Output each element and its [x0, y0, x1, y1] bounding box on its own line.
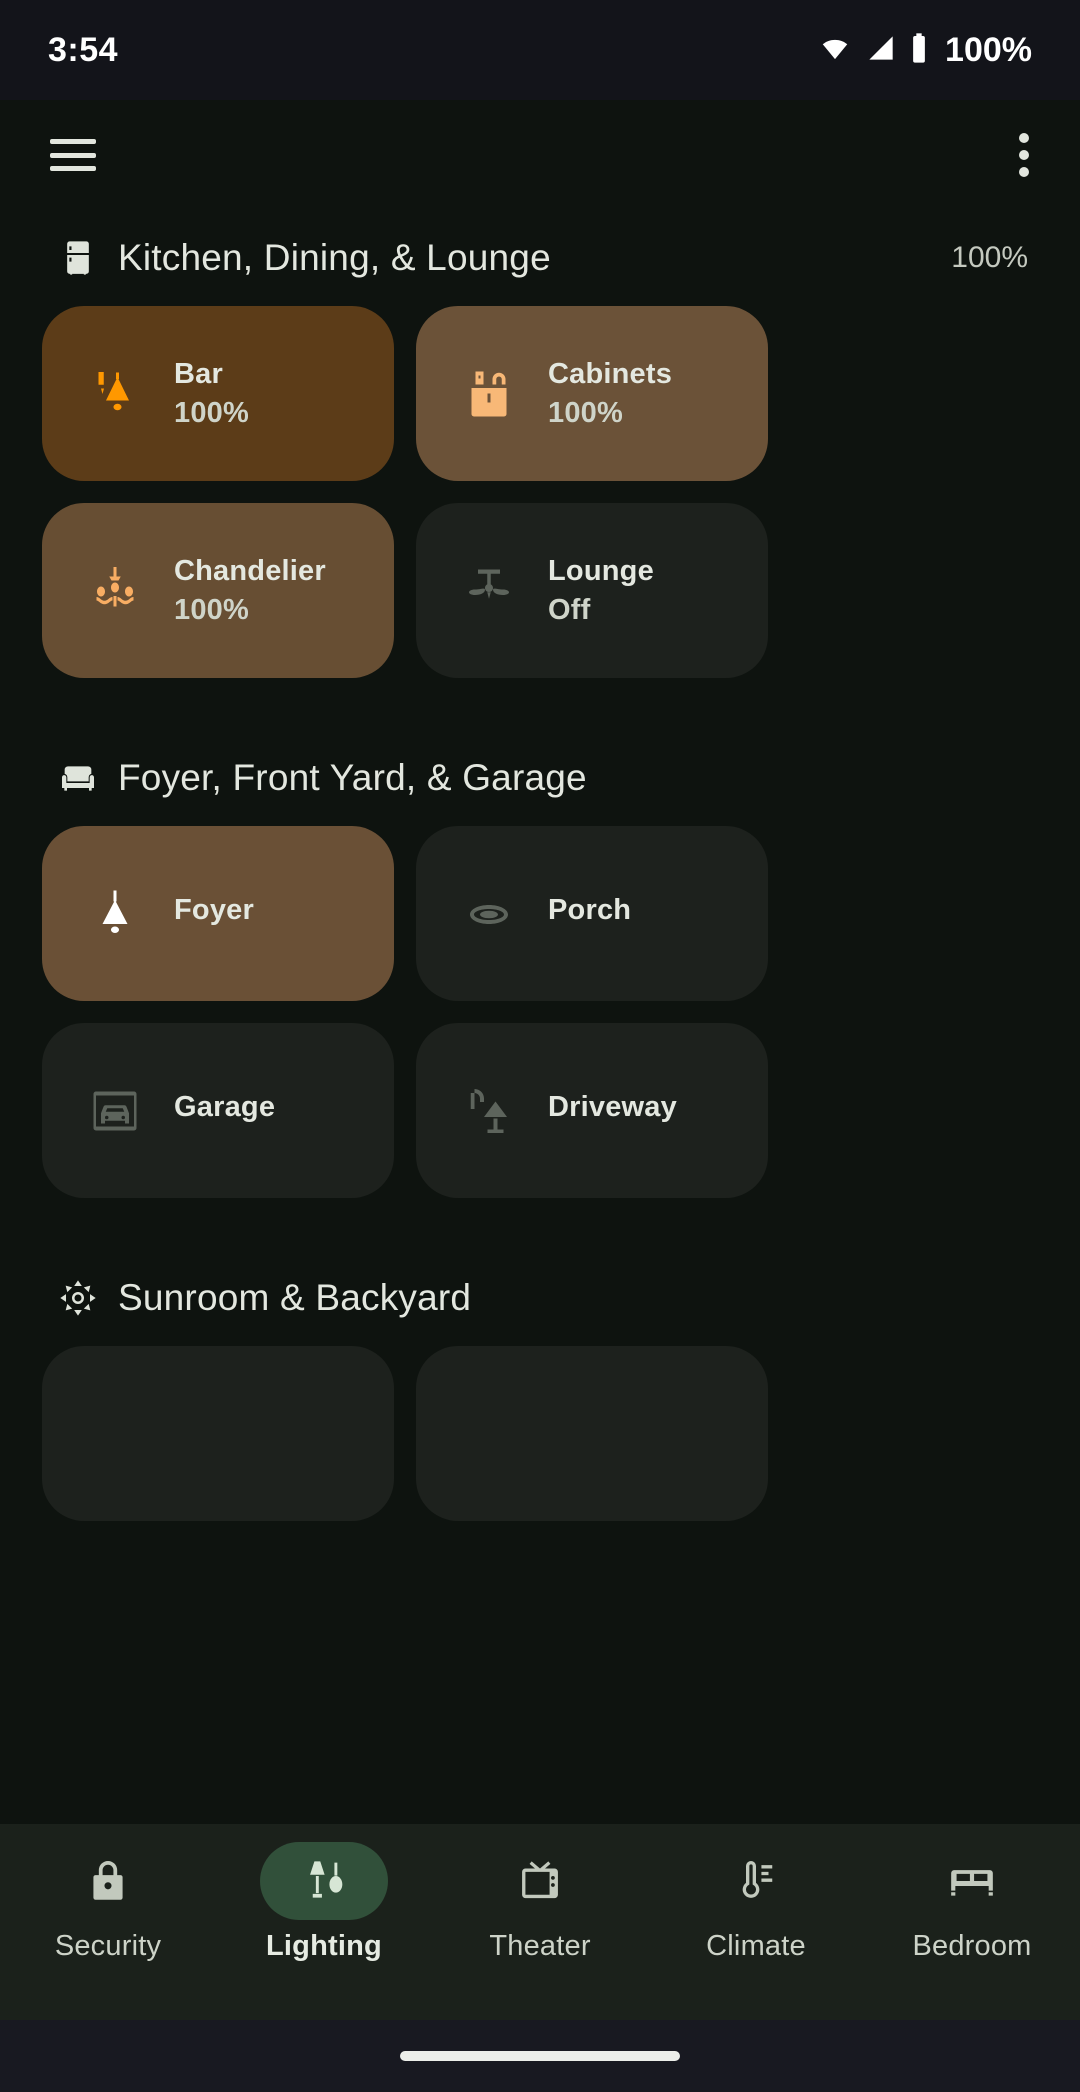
ceiling-light-icon	[456, 881, 522, 947]
tile-state: Off	[548, 593, 591, 626]
tile-state: 100%	[174, 396, 249, 429]
section-title: Foyer, Front Yard, & Garage	[118, 757, 587, 798]
home-indicator[interactable]	[400, 2051, 680, 2061]
pendant-light-icon	[82, 881, 148, 947]
nav-item-bedroom[interactable]: Bedroom	[864, 1842, 1080, 1963]
tile-name: Foyer	[174, 894, 254, 926]
nav-item-theater[interactable]: Theater	[432, 1842, 648, 1963]
overflow-menu-icon[interactable]	[1018, 133, 1030, 177]
tile-text: Cabinets 100%	[548, 358, 672, 430]
tile-name: Porch	[548, 894, 632, 926]
battery-icon	[909, 32, 929, 69]
wifi-icon	[817, 34, 853, 67]
outdoor-lamp-icon	[456, 1078, 522, 1144]
tile-text: Lounge Off	[548, 555, 654, 627]
bed-icon[interactable]	[908, 1842, 1036, 1920]
nav-item-label: Theater	[489, 1930, 591, 1962]
thermometer-icon[interactable]	[692, 1842, 820, 1920]
tile-icon	[82, 1401, 148, 1467]
tile-text: Chandelier 100%	[174, 555, 326, 627]
nav-item-lighting[interactable]: Lighting	[216, 1842, 432, 1963]
system-navigation-bar	[0, 2020, 1080, 2092]
tile-text: Bar 100%	[174, 358, 249, 430]
nav-item-label: Bedroom	[912, 1930, 1032, 1962]
tile-grid	[42, 1346, 1038, 1521]
tile-state: 100%	[174, 593, 249, 626]
nav-item-climate[interactable]: Climate	[648, 1842, 864, 1963]
light-tile[interactable]: Porch	[416, 826, 768, 1001]
lamps-icon[interactable]	[260, 1842, 388, 1920]
nav-item-label: Climate	[706, 1930, 806, 1962]
tile-icon	[456, 1401, 522, 1467]
tile-state: 100%	[548, 396, 623, 429]
cellular-signal-icon	[865, 34, 897, 67]
tile-name: Chandelier	[174, 554, 326, 587]
battery-percent-label: 100%	[945, 30, 1032, 69]
tile-name: Lounge	[548, 554, 654, 587]
ceiling-fan-icon	[456, 558, 522, 624]
nav-item-label: Security	[54, 1930, 162, 1962]
section-percent: 100%	[951, 241, 1028, 274]
tile-name: Cabinets	[548, 357, 673, 390]
wall-sconce-icon	[82, 361, 148, 427]
light-tile[interactable]: Foyer	[42, 826, 394, 1001]
room-section: Kitchen, Dining, & Lounge 100% Bar 100% Cabi…	[0, 210, 1080, 678]
light-tile[interactable]: Garage	[42, 1023, 394, 1198]
room-section: Sunroom & Backyard	[0, 1250, 1080, 1521]
tile-text: Garage	[174, 1091, 275, 1130]
tile-name: Garage	[174, 1091, 276, 1123]
tv-icon[interactable]	[476, 1842, 604, 1920]
tile-text: Driveway	[548, 1091, 677, 1130]
nav-item-security[interactable]: Security	[0, 1842, 216, 1963]
tile-grid: Foyer Porch Garage Driveway	[42, 826, 1038, 1198]
garage-door-icon	[82, 1078, 148, 1144]
tile-grid: Bar 100% Cabinets 100% Chandelier 100% Lounge O…	[42, 306, 1038, 678]
light-tile[interactable]: Chandelier 100%	[42, 503, 394, 678]
hamburger-menu-icon[interactable]	[50, 139, 96, 171]
bottom-navigation: Security Lighting Theater Climate Bedroom	[0, 1824, 1080, 2020]
section-header: Kitchen, Dining, & Lounge 100%	[42, 210, 1038, 306]
light-tile[interactable]	[416, 1346, 768, 1521]
app-bar	[0, 100, 1080, 210]
light-tile[interactable]: Bar 100%	[42, 306, 394, 481]
status-indicators: 100%	[817, 31, 1032, 70]
tile-text: Porch	[548, 894, 631, 933]
light-tile[interactable]	[42, 1346, 394, 1521]
chandelier-icon	[82, 558, 148, 624]
app-root: 3:54 100% Kitchen, Dining, & Lounge 100% B…	[0, 0, 1080, 2092]
tile-text: Foyer	[174, 894, 254, 933]
tile-name: Bar	[174, 357, 223, 390]
brightness-sun-icon	[56, 1276, 100, 1320]
light-tile[interactable]: Lounge Off	[416, 503, 768, 678]
section-header: Sunroom & Backyard	[42, 1250, 1038, 1346]
room-section: Foyer, Front Yard, & Garage Foyer Porch Gar…	[0, 730, 1080, 1198]
tile-name: Driveway	[548, 1091, 677, 1123]
status-time: 3:54	[48, 30, 119, 69]
section-header: Foyer, Front Yard, & Garage	[42, 730, 1038, 826]
section-title: Kitchen, Dining, & Lounge	[118, 237, 551, 278]
light-tile[interactable]: Driveway	[416, 1023, 768, 1198]
sofa-icon	[56, 756, 100, 800]
dashboard-content: Kitchen, Dining, & Lounge 100% Bar 100% Cabi…	[0, 210, 1080, 2092]
nav-item-label: Lighting	[266, 1930, 382, 1962]
light-tile[interactable]: Cabinets 100%	[416, 306, 768, 481]
lock-icon[interactable]	[44, 1842, 172, 1920]
status-bar: 3:54 100%	[0, 0, 1080, 100]
section-title: Sunroom & Backyard	[118, 1277, 472, 1318]
refrigerator-icon	[56, 236, 100, 280]
cabinet-icon	[456, 361, 522, 427]
